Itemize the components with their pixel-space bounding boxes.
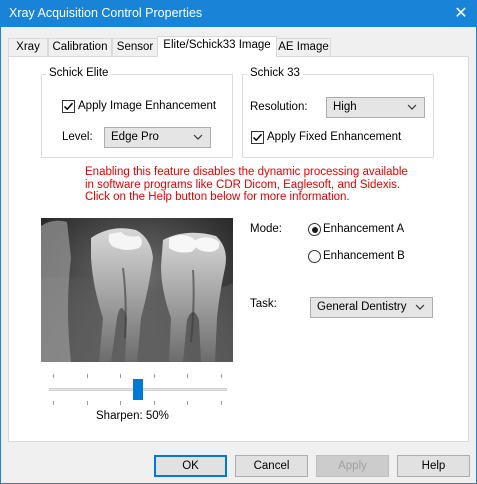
slider-tick	[120, 374, 121, 378]
slider-tick	[221, 374, 222, 378]
apply-button[interactable]: Apply	[316, 455, 389, 477]
slider-tick	[154, 401, 155, 405]
slider-tick	[154, 374, 155, 378]
warning-text: Enabling this feature disables the dynam…	[85, 166, 408, 204]
schick-elite-group-label: Schick Elite	[46, 67, 112, 79]
window-title: Xray Acquisition Control Properties	[9, 6, 203, 20]
tab-elite-schick33-image[interactable]: Elite/Schick33 Image	[157, 36, 277, 57]
tab-xray[interactable]: Xray	[8, 38, 48, 56]
warning-line-2: in software programs like CDR Dicom, Eag…	[85, 178, 401, 191]
warning-line-3: Click on the Help button below for more …	[85, 191, 350, 204]
level-dropdown[interactable]: Edge Pro	[104, 127, 211, 148]
slider-tick	[221, 401, 222, 405]
sharpen-label: Sharpen: 50%	[96, 410, 169, 422]
resolution-label: Resolution:	[250, 101, 308, 113]
chevron-down-icon	[415, 304, 425, 310]
close-icon[interactable]: ✕	[446, 1, 476, 27]
slider-tick	[187, 401, 188, 405]
enhancement-b-label: Enhancement B	[323, 250, 405, 262]
cancel-button[interactable]: Cancel	[235, 455, 308, 477]
xray-preview-image	[41, 218, 233, 362]
chevron-down-icon	[407, 104, 417, 110]
task-dropdown-value: General Dentistry	[317, 301, 407, 313]
enhancement-b-radio[interactable]	[308, 250, 321, 263]
resolution-dropdown[interactable]: High	[326, 97, 425, 118]
slider-tick	[53, 374, 54, 378]
mode-label: Mode:	[250, 223, 282, 235]
checkmark-icon	[63, 102, 74, 111]
sharpen-slider-thumb[interactable]	[133, 379, 143, 400]
tab-calibration[interactable]: Calibration	[48, 38, 112, 56]
task-label: Task:	[250, 298, 277, 310]
checkmark-icon	[252, 133, 263, 142]
enhancement-a-label: Enhancement A	[323, 223, 405, 235]
slider-tick	[87, 374, 88, 378]
task-dropdown[interactable]: General Dentistry	[310, 297, 433, 318]
schick-33-group-label: Schick 33	[247, 67, 303, 79]
slider-tick	[87, 401, 88, 405]
tab-sensor[interactable]: Sensor	[112, 38, 158, 56]
apply-image-enhancement-checkbox[interactable]	[62, 100, 75, 113]
dialog-window: Xray Acquisition Control Properties ✕ Xr…	[0, 0, 477, 484]
slider-tick	[120, 401, 121, 405]
title-bar[interactable]: Xray Acquisition Control Properties ✕	[1, 1, 476, 27]
tab-ae-image[interactable]: AE Image	[276, 38, 331, 56]
slider-tick	[53, 401, 54, 405]
resolution-dropdown-value: High	[333, 101, 357, 113]
help-button[interactable]: Help	[397, 455, 470, 477]
level-dropdown-value: Edge Pro	[111, 131, 159, 143]
ok-button[interactable]: OK	[154, 455, 227, 477]
apply-fixed-enhancement-checkbox[interactable]	[251, 131, 264, 144]
apply-fixed-enhancement-label: Apply Fixed Enhancement	[267, 131, 402, 143]
level-label: Level:	[62, 131, 93, 143]
chevron-down-icon	[193, 134, 203, 140]
enhancement-a-radio[interactable]	[308, 223, 321, 236]
apply-image-enhancement-label: Apply Image Enhancement	[78, 100, 217, 112]
radio-selected-dot	[311, 226, 318, 233]
warning-line-1: Enabling this feature disables the dynam…	[85, 166, 408, 178]
slider-tick	[187, 374, 188, 378]
